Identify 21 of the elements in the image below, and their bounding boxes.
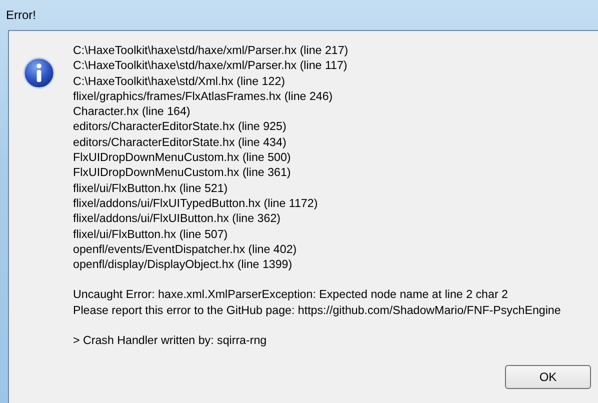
stack-trace-line: openfl/events/EventDispatcher.hx (line 402)	[73, 242, 298, 258]
stack-trace-line: editors/CharacterEditorState.hx (line 925)	[73, 119, 288, 135]
window-title: Error!	[6, 8, 36, 22]
error-message-line: Please report this error to the GitHub page: https://github.com/ShadowMario/FNF-PsychEngine	[73, 302, 561, 318]
stack-trace-line: flixel/addons/ui/FlxUITypedButton.hx (line 1172)	[73, 196, 319, 212]
stack-trace-line: openfl/display/DisplayObject.hx (line 1399)	[73, 257, 294, 272]
stack-trace-line: Character.hx (line 164)	[73, 104, 192, 120]
stack-trace-line: FlxUIDropDownMenuCustom.hx (line 361)	[73, 165, 292, 181]
ok-button[interactable]: OK	[505, 365, 591, 389]
stack-trace-line: C:\HaxeToolkit\haxe\std/haxe/xml/Parser.hx (line 217)	[73, 43, 350, 58]
stack-trace-line: FlxUIDropDownMenuCustom.hx (line 500)	[73, 150, 292, 166]
stack-trace-line: flixel/addons/ui/FlxUIButton.hx (line 362)	[73, 211, 282, 227]
info-icon	[23, 57, 55, 89]
stack-trace-line: flixel/ui/FlxButton.hx (line 521)	[73, 180, 229, 196]
stack-trace-line: C:\HaxeToolkit\haxe\std/Xml.hx (line 122)	[73, 74, 286, 89]
credit-text: > Crash Handler written by: sqirra-rng	[73, 333, 268, 348]
stack-trace-line: editors/CharacterEditorState.hx (line 434)	[73, 134, 288, 150]
stack-trace-line: flixel/ui/FlxButton.hx (line 507)	[73, 226, 229, 242]
stack-trace-line: flixel/graphics/frames/FlxAtlasFrames.hx (line 246)	[73, 88, 334, 104]
error-message-line: Uncaught Error: haxe.xml.XmlParserException: Expected node name at line 2 char 2	[73, 287, 509, 303]
stack-trace-line: C:\HaxeToolkit\haxe\std/haxe/xml/Parser.hx (line 117)	[73, 58, 348, 74]
